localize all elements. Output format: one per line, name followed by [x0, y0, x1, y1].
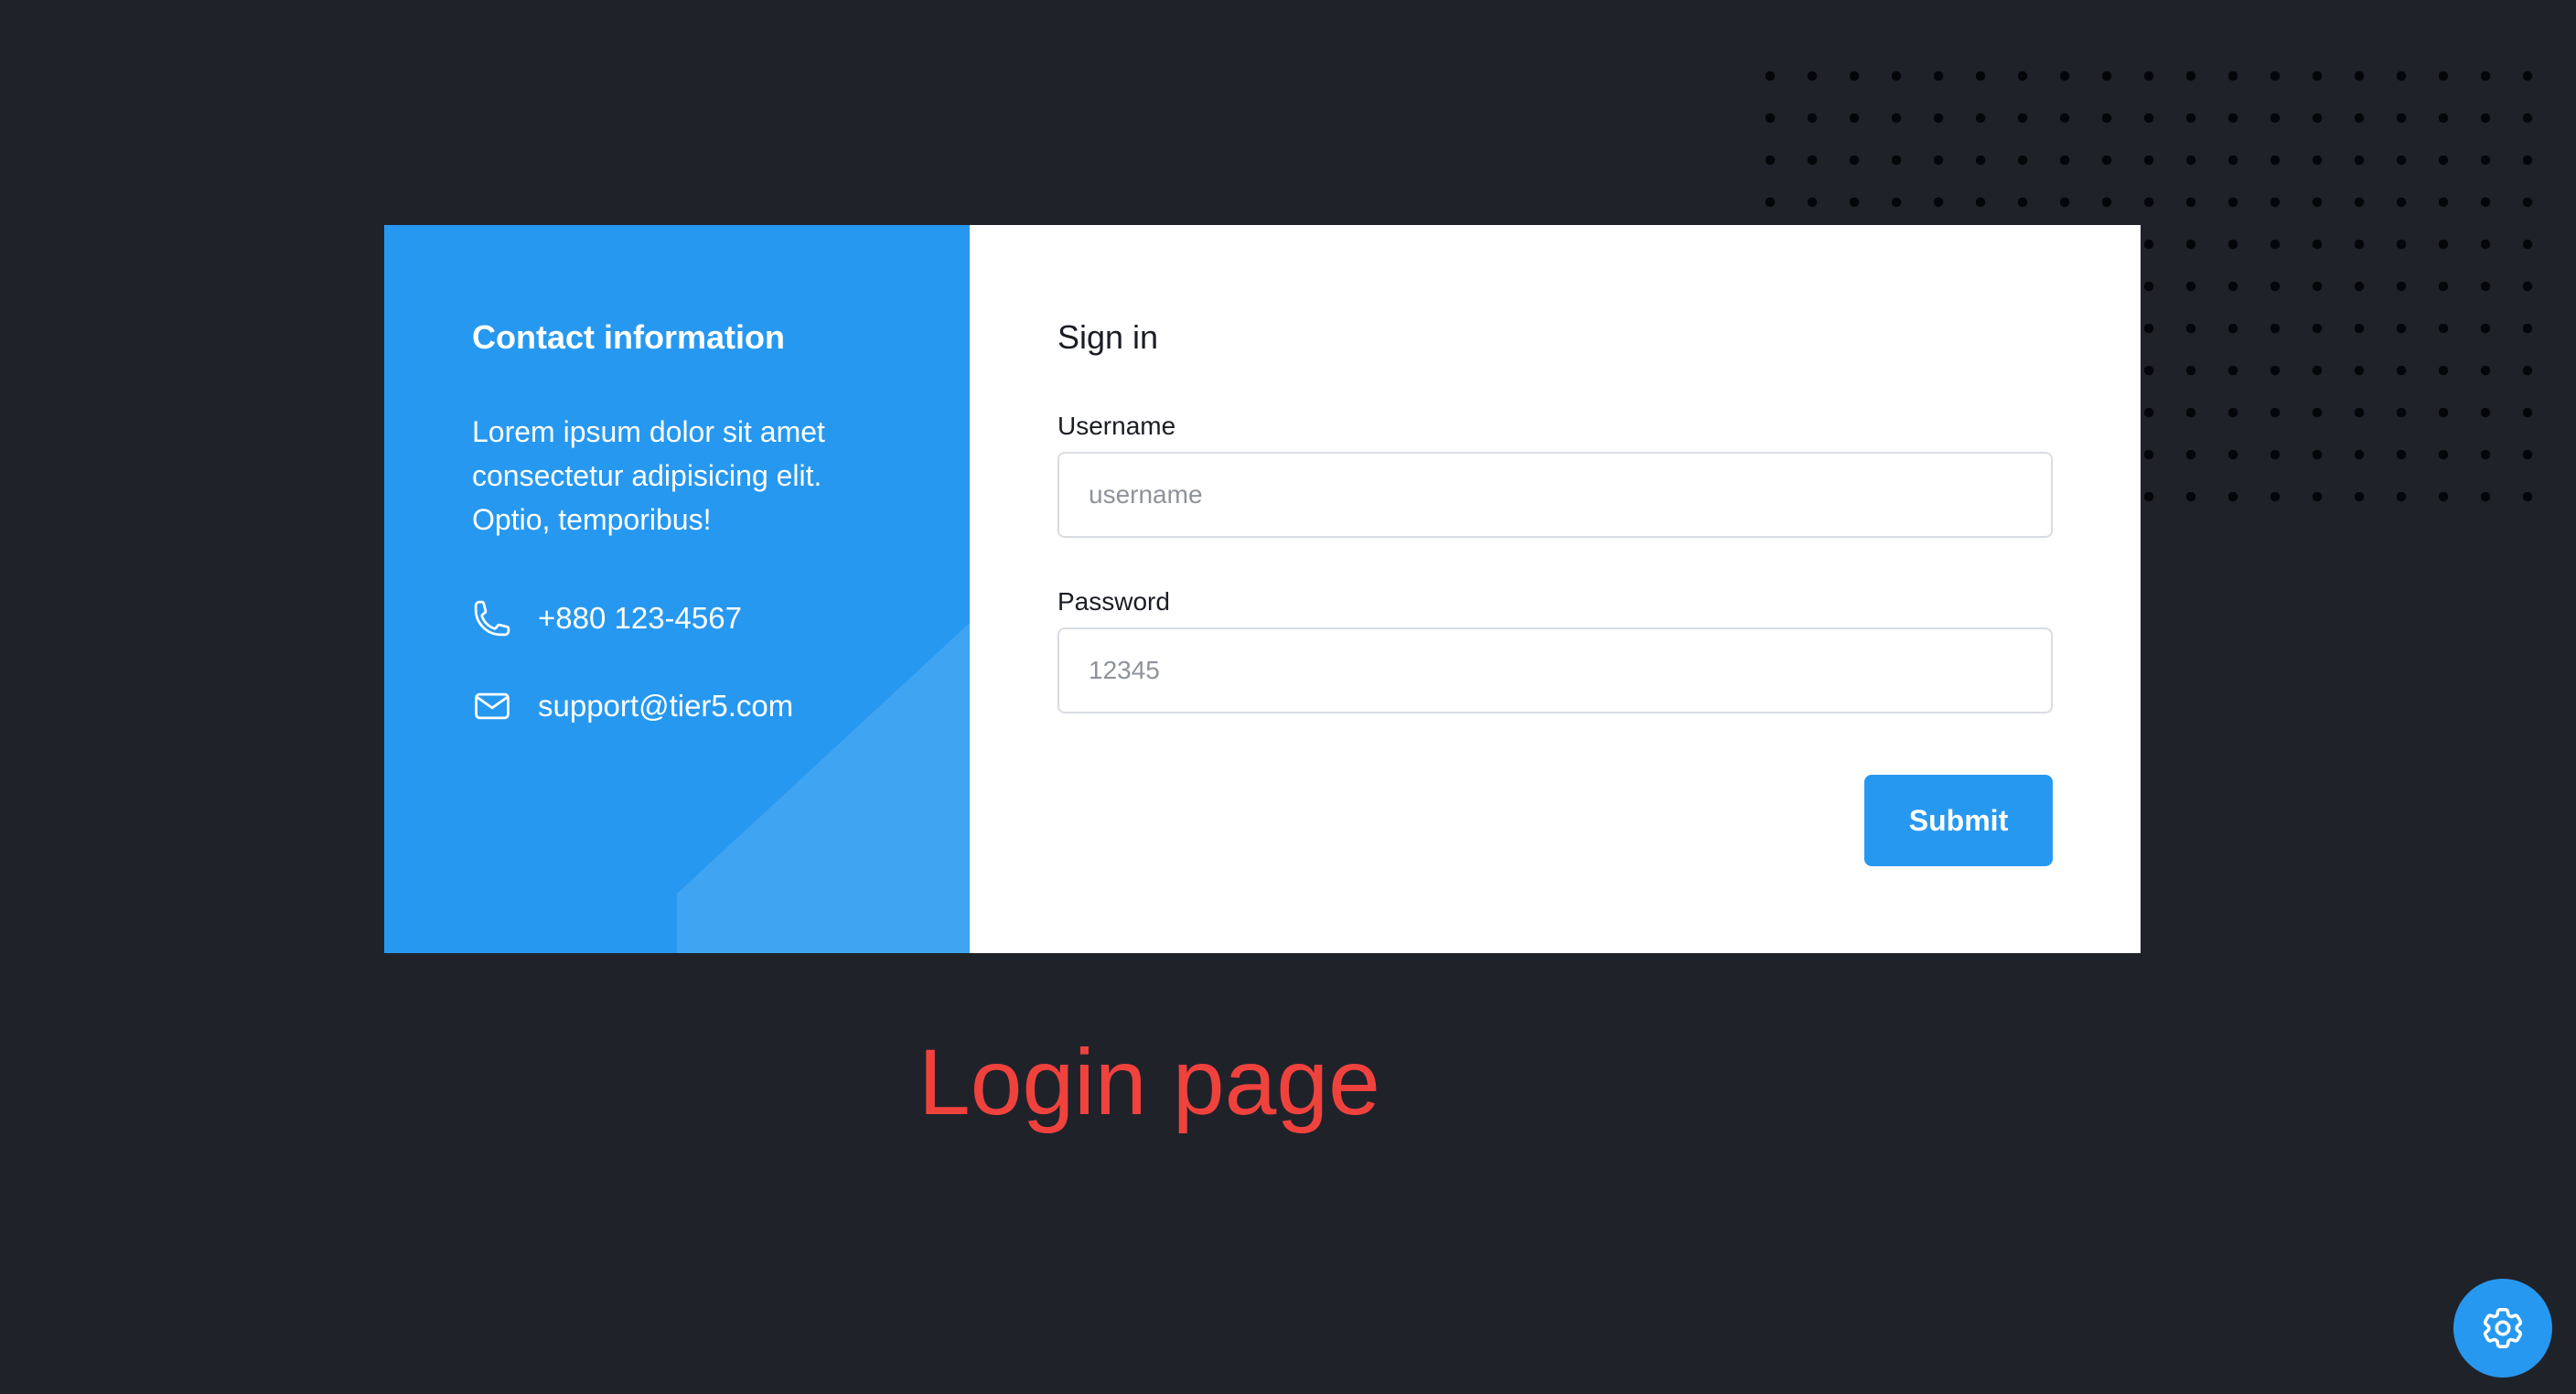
- username-label: Username: [1057, 412, 1176, 440]
- contact-phone-number: +880 123-4567: [538, 601, 742, 635]
- contact-phone: +880 123-4567: [472, 598, 742, 638]
- password-input[interactable]: [1057, 627, 2053, 713]
- phone-icon: [474, 600, 510, 637]
- gear-icon: [2483, 1307, 2523, 1349]
- contact-email-address: support@tier5.com: [538, 689, 794, 723]
- password-label: Password: [1057, 587, 1170, 616]
- login-card: Contact information Lorem ipsum dolor si…: [384, 225, 2141, 953]
- username-input[interactable]: [1057, 452, 2053, 538]
- sign-in-panel: Sign in Username Password Submit: [970, 225, 2141, 953]
- mail-icon: [475, 692, 510, 720]
- sign-in-title: Sign in: [1057, 318, 1159, 356]
- page-caption: Login page: [918, 1030, 1380, 1134]
- submit-button[interactable]: Submit: [1864, 775, 2053, 866]
- decorative-corner-shape: [677, 623, 970, 953]
- contact-description: Lorem ipsum dolor sit amet consectetur a…: [472, 415, 825, 536]
- contact-title: Contact information: [472, 318, 785, 356]
- contact-information-panel: Contact information Lorem ipsum dolor si…: [384, 225, 970, 953]
- contact-email: support@tier5.com: [472, 686, 793, 726]
- settings-button[interactable]: [2453, 1279, 2552, 1378]
